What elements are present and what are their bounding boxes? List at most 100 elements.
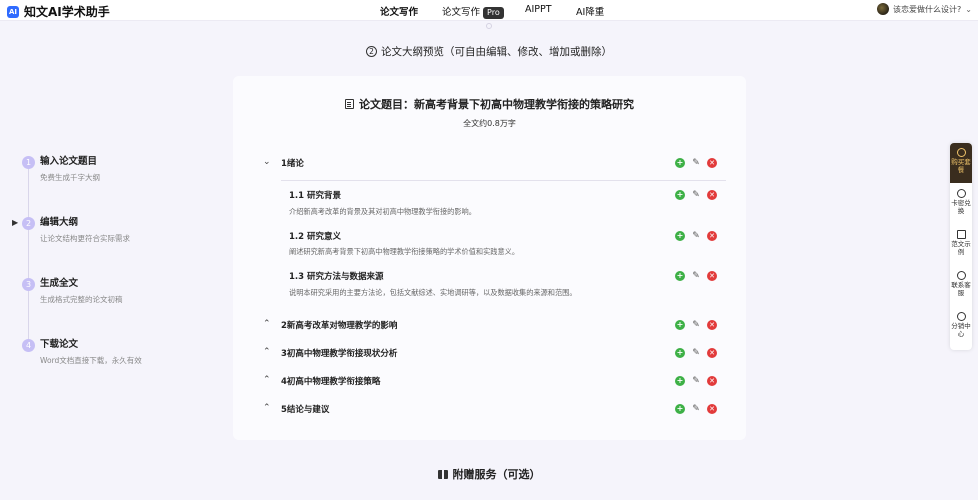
step-desc: 生成格式完整的论文初稿: [40, 295, 123, 304]
rail-item-label: 卡密兑换: [951, 199, 971, 215]
x-circle-icon[interactable]: ✕: [707, 190, 717, 200]
rail-item-samples[interactable]: 范文示例: [950, 230, 972, 256]
word-count: 全文约0.8万字: [463, 119, 516, 128]
rail-item-redeem[interactable]: 卡密兑换: [950, 189, 972, 215]
rail-item-label: 联系客服: [951, 281, 971, 297]
x-circle-icon[interactable]: ✕: [707, 404, 717, 414]
plus-circle-icon[interactable]: +: [675, 158, 685, 168]
row-actions: + ✎ ✕: [675, 158, 717, 168]
extras-heading: 附赠服务（可选）: [0, 466, 978, 482]
outline-card: 论文题目：新高考背景下初高中物理教学衔接的策略研究 全文约0.8万字 ⌄ 1绪论…: [233, 76, 746, 440]
row-actions: + ✎ ✕: [675, 376, 717, 386]
plus-circle-icon[interactable]: +: [675, 271, 685, 281]
main-nav: 论文写作 论文写作 Pro AIPPT AI降重: [0, 0, 978, 21]
pencil-icon[interactable]: ✎: [691, 320, 701, 330]
section-desc[interactable]: 阐述研究新高考背景下初高中物理教学衔接策略的学术价值和实践意义。: [289, 247, 519, 257]
vip-icon: [956, 148, 966, 157]
user-prompt: 该恋爱做什么设计?: [893, 4, 962, 14]
pro-badge: Pro: [483, 7, 504, 19]
nav-item-label: 论文写作: [442, 7, 481, 18]
document-icon: [956, 230, 966, 239]
row-actions: + ✎ ✕: [675, 190, 717, 200]
pencil-icon[interactable]: ✎: [691, 231, 701, 241]
chevron-up-icon[interactable]: ⌃: [263, 347, 271, 357]
chevron-up-icon[interactable]: ⌃: [263, 319, 271, 329]
rail-item-purchase[interactable]: 购买套餐: [950, 148, 972, 174]
step-title: 下载论文: [40, 339, 79, 350]
plus-circle-icon[interactable]: +: [675, 348, 685, 358]
section-title[interactable]: 1.1 研究背景: [289, 189, 341, 201]
scroll-indicator-icon: [486, 23, 492, 29]
row-actions: + ✎ ✕: [675, 348, 717, 358]
step-desc: 让论文结构更符合实际需求: [40, 234, 130, 243]
section-title[interactable]: 1.3 研究方法与数据来源: [289, 270, 384, 282]
step-number: 4: [22, 339, 35, 352]
section-title: 论文大纲预览（可自由编辑、修改、增加或删除）: [381, 46, 612, 58]
x-circle-icon[interactable]: ✕: [707, 158, 717, 168]
step-title: 生成全文: [40, 278, 79, 289]
x-circle-icon[interactable]: ✕: [707, 320, 717, 330]
x-circle-icon[interactable]: ✕: [707, 271, 717, 281]
current-step-arrow-icon: ▶: [12, 218, 19, 227]
nav-item-paper-writing-pro[interactable]: 论文写作 Pro: [442, 4, 504, 19]
x-circle-icon[interactable]: ✕: [707, 348, 717, 358]
row-actions: + ✎ ✕: [675, 404, 717, 414]
chapter-title[interactable]: 4初高中物理教学衔接策略: [281, 375, 380, 387]
row-actions: + ✎ ✕: [675, 320, 717, 330]
section-title[interactable]: 1.2 研究意义: [289, 230, 341, 242]
section-desc[interactable]: 介绍新高考改革的背景及其对初高中物理教学衔接的影响。: [289, 207, 476, 217]
plus-circle-icon[interactable]: +: [675, 320, 685, 330]
plus-circle-icon[interactable]: +: [675, 376, 685, 386]
step-title: 输入论文题目: [40, 156, 98, 167]
rail-item-label: 购买套餐: [951, 158, 971, 174]
user-menu[interactable]: 该恋爱做什么设计? ⌄: [877, 3, 972, 15]
extras-title: 附赠服务（可选）: [452, 468, 541, 481]
nav-item-aippt[interactable]: AIPPT: [525, 4, 552, 15]
x-circle-icon[interactable]: ✕: [707, 376, 717, 386]
right-rail: 购买套餐 卡密兑换 范文示例 联系客服 分销中心: [950, 143, 972, 350]
chapter-title[interactable]: 2新高考改革对物理教学的影响: [281, 319, 397, 331]
plus-circle-icon[interactable]: +: [675, 190, 685, 200]
chevron-down-icon[interactable]: ⌄: [263, 157, 271, 167]
chapter-title[interactable]: 1绪论: [281, 157, 304, 169]
rail-item-support[interactable]: 联系客服: [950, 271, 972, 297]
step-title: 编辑大纲: [40, 217, 79, 228]
section-desc[interactable]: 说明本研究采用的主要方法论，包括文献综述、实地调研等，以及数据收集的来源和范围。: [289, 288, 577, 298]
plus-circle-icon[interactable]: +: [675, 231, 685, 241]
chapter-title[interactable]: 3初高中物理教学衔接现状分析: [281, 347, 397, 359]
step-number: 2: [22, 217, 35, 230]
chat-icon: [956, 271, 966, 280]
x-circle-icon[interactable]: ✕: [707, 231, 717, 241]
section-heading: 2 论文大纲预览（可自由编辑、修改、增加或删除）: [0, 44, 978, 59]
document-icon: [345, 99, 354, 109]
chapter-title[interactable]: 5结论与建议: [281, 403, 329, 415]
rail-item-label: 分销中心: [951, 322, 971, 338]
step-number: 1: [22, 156, 35, 169]
row-actions: + ✎ ✕: [675, 231, 717, 241]
chevron-up-icon[interactable]: ⌃: [263, 375, 271, 385]
rail-item-label: 范文示例: [951, 240, 971, 256]
paper-title-text: 论文题目：新高考背景下初高中物理教学衔接的策略研究: [359, 98, 634, 111]
step-number: 3: [22, 278, 35, 291]
chevron-up-icon[interactable]: ⌃: [263, 403, 271, 413]
rail-item-affiliate[interactable]: 分销中心: [950, 312, 972, 338]
pencil-icon[interactable]: ✎: [691, 190, 701, 200]
avatar: [877, 3, 890, 15]
steps-connector: [28, 162, 29, 344]
pencil-icon[interactable]: ✎: [691, 376, 701, 386]
money-bag-icon: [956, 312, 966, 321]
section-number: 2: [366, 46, 377, 57]
nav-item-paper-writing[interactable]: 论文写作: [380, 4, 418, 18]
key-icon: [956, 189, 966, 198]
gift-icon: [437, 470, 448, 479]
row-actions: + ✎ ✕: [675, 271, 717, 281]
nav-item-ai-rewrite[interactable]: AI降重: [576, 4, 604, 18]
plus-circle-icon[interactable]: +: [675, 404, 685, 414]
divider: [281, 180, 726, 181]
pencil-icon[interactable]: ✎: [691, 404, 701, 414]
pencil-icon[interactable]: ✎: [691, 158, 701, 168]
step-desc: 免费生成千字大纲: [40, 173, 100, 182]
top-navbar: AI 知文AI学术助手 论文写作 论文写作 Pro AIPPT AI降重 该恋爱做…: [0, 0, 978, 21]
pencil-icon[interactable]: ✎: [691, 271, 701, 281]
pencil-icon[interactable]: ✎: [691, 348, 701, 358]
